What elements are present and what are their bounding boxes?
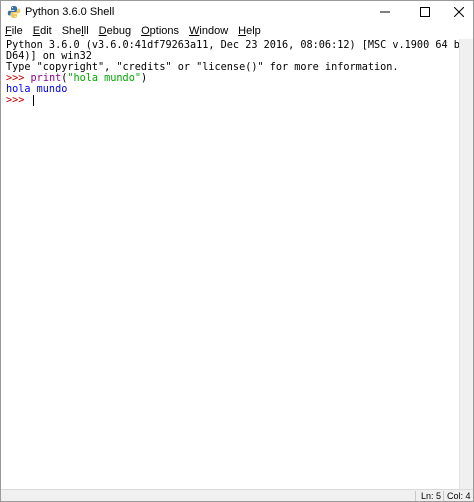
shell-text-area[interactable]: Python 3.6.0 (v3.6.0:41df79263a11, Dec 2… bbox=[1, 39, 472, 489]
idle-shell-window: Python 3.6.0 Shell File Edit Shelll Debu… bbox=[0, 0, 474, 502]
maximize-icon bbox=[420, 7, 430, 17]
close-button[interactable] bbox=[445, 1, 473, 23]
status-separator bbox=[443, 491, 444, 501]
vertical-scrollbar[interactable] bbox=[459, 39, 473, 489]
banner-line: Python 3.6.0 (v3.6.0:41df79263a11, Dec 2… bbox=[6, 40, 474, 51]
title-bar[interactable]: Python 3.6.0 Shell bbox=[1, 1, 473, 23]
text-cursor bbox=[32, 95, 34, 106]
menu-options[interactable]: Options bbox=[136, 25, 184, 37]
builtin-keyword: print bbox=[30, 73, 62, 84]
minimize-button[interactable] bbox=[371, 1, 399, 23]
menu-file[interactable]: File bbox=[1, 25, 28, 37]
menu-help[interactable]: Help bbox=[233, 25, 266, 37]
python-logo-icon bbox=[7, 6, 21, 18]
stdout-output: hola mundo bbox=[6, 84, 68, 95]
close-icon bbox=[454, 7, 464, 17]
menu-bar: File Edit Shelll Debug Options Window He… bbox=[1, 23, 473, 38]
command-line: >>> print("hola mundo") bbox=[6, 73, 148, 84]
column-number-indicator: Col: 4 bbox=[447, 491, 471, 501]
menu-window[interactable]: Window bbox=[184, 25, 233, 37]
menu-debug[interactable]: Debug bbox=[94, 25, 136, 37]
banner-line: D64)] on win32 bbox=[6, 51, 92, 62]
shell-prompt: >>> bbox=[6, 73, 31, 84]
line-number-indicator: Ln: 5 bbox=[421, 491, 442, 501]
window-title: Python 3.6.0 Shell bbox=[25, 6, 115, 18]
menu-edit[interactable]: Edit bbox=[28, 25, 57, 37]
string-literal: "hola mundo" bbox=[67, 73, 141, 84]
status-separator bbox=[415, 491, 416, 501]
menu-shell[interactable]: Shelll bbox=[57, 25, 94, 37]
shell-prompt: >>> bbox=[6, 95, 31, 106]
maximize-button[interactable] bbox=[411, 1, 439, 23]
active-prompt-line[interactable]: >>> bbox=[6, 95, 34, 107]
status-bar: Ln: 5 Col: 4 bbox=[1, 489, 473, 501]
minimize-icon bbox=[380, 11, 390, 13]
banner-line: Type "copyright", "credits" or "license(… bbox=[6, 62, 399, 73]
